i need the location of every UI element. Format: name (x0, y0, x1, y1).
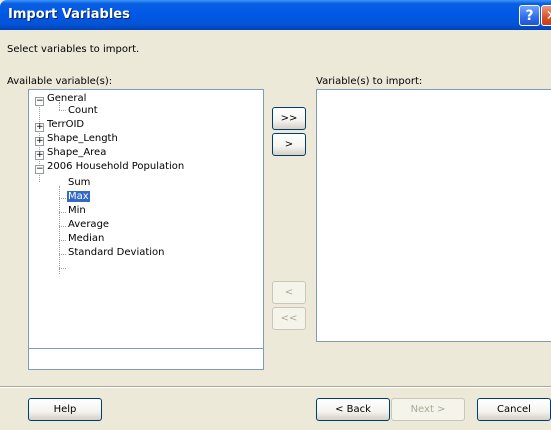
back-button[interactable]: < Back (316, 398, 390, 421)
close-icon[interactable]: ✕ (541, 5, 551, 26)
tree-connector (59, 254, 66, 255)
tree-item-label: Median (68, 233, 105, 244)
tree-item-sum[interactable]: Sum (68, 176, 90, 190)
tree-item-label: Sum (68, 177, 91, 188)
remove-button[interactable]: < (272, 281, 306, 304)
add-button[interactable]: > (272, 133, 306, 156)
tree-connector (59, 186, 60, 274)
tree-item-average[interactable]: Average (68, 218, 109, 232)
tree-item-shape-length[interactable]: Shape_Length (47, 132, 118, 146)
tree-item-terroid[interactable]: TerrOID (47, 118, 84, 132)
instructions-text: Select variables to import. (7, 44, 140, 55)
available-variables-tree[interactable]: − General Count + TerrOID + Shape_Length… (28, 89, 264, 370)
tree-item-shape-area[interactable]: Shape_Area (47, 146, 106, 160)
tree-item-min[interactable]: Min (68, 204, 86, 218)
tree-item-label: 2006 Household Population (47, 161, 185, 172)
tree-connector (59, 212, 66, 213)
help-button[interactable]: Help (28, 398, 102, 421)
dialog-body: Select variables to import. Available va… (0, 30, 551, 430)
help-icon[interactable]: ? (519, 5, 540, 26)
expand-icon[interactable]: + (35, 151, 44, 160)
tree-item-label: General (47, 93, 87, 104)
tree-connector (59, 110, 66, 111)
variables-to-import-list[interactable] (316, 89, 551, 342)
tree-connector (59, 198, 66, 199)
tree-item-label: Shape_Length (47, 133, 118, 144)
tree-connector (59, 240, 66, 241)
tree-item-median[interactable]: Median (68, 232, 104, 246)
collapse-icon[interactable]: − (35, 97, 44, 106)
tree-item-label: Average (68, 219, 110, 230)
footer-separator (0, 386, 551, 388)
variables-to-import-label: Variable(s) to import: (316, 76, 423, 87)
tree-connector (59, 226, 66, 227)
tree-item-label: TerrOID (47, 119, 85, 130)
cancel-button[interactable]: Cancel (477, 398, 551, 421)
title-bar[interactable]: Import Variables ? ✕ (0, 0, 551, 30)
tree-item-count[interactable]: Count (68, 104, 98, 118)
tree-item-label: Min (68, 205, 86, 216)
window-title: Import Variables (8, 7, 130, 22)
tree-connector (59, 268, 66, 269)
tree-item-label: Standard Deviation (68, 247, 165, 258)
tree-item-2006-household-population[interactable]: 2006 Household Population (47, 160, 184, 174)
expand-icon[interactable]: + (35, 123, 44, 132)
tree-item-max[interactable]: Max (67, 190, 90, 204)
tree-item-label: Count (68, 105, 98, 116)
add-all-button[interactable]: >> (272, 107, 306, 130)
next-button[interactable]: Next > (391, 398, 465, 421)
collapse-icon[interactable]: − (35, 165, 44, 174)
tree-item-standard-deviation[interactable]: Standard Deviation (68, 246, 165, 260)
tree-item-label: Shape_Area (47, 147, 107, 158)
remove-all-button[interactable]: << (272, 307, 306, 330)
expand-icon[interactable]: + (35, 137, 44, 146)
available-variables-label: Available variable(s): (7, 76, 113, 87)
variable-filter-input[interactable] (28, 348, 264, 370)
tree-item-label: Max (67, 191, 90, 202)
